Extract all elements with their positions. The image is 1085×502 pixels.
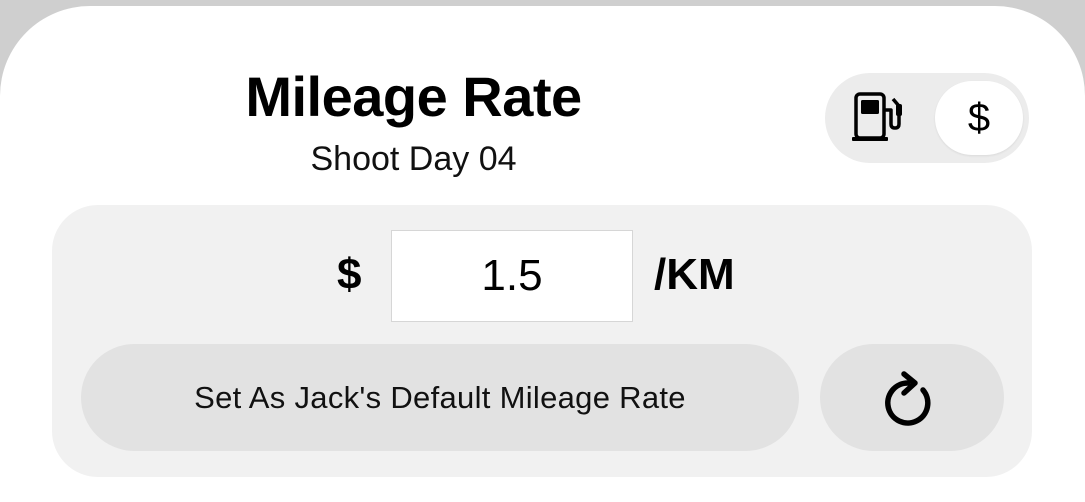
dollar-mode-option[interactable]: $	[935, 81, 1023, 155]
dollar-icon: $	[967, 95, 991, 140]
mode-toggle: $	[825, 73, 1029, 163]
refresh-icon	[885, 370, 931, 426]
fuel-pump-icon	[852, 92, 902, 141]
reset-rate-button[interactable]	[820, 344, 1004, 451]
rate-input[interactable]	[391, 230, 633, 322]
page-title: Mileage Rate	[245, 65, 582, 128]
set-default-rate-button[interactable]: Set As Jack's Default Mileage Rate	[81, 344, 799, 451]
page-subtitle: Shoot Day 04	[310, 140, 517, 178]
fuel-mode-option[interactable]	[843, 88, 913, 148]
rate-unit: /KM	[654, 250, 735, 299]
currency-symbol: $	[337, 250, 362, 299]
set-default-rate-label: Set As Jack's Default Mileage Rate	[194, 379, 686, 415]
